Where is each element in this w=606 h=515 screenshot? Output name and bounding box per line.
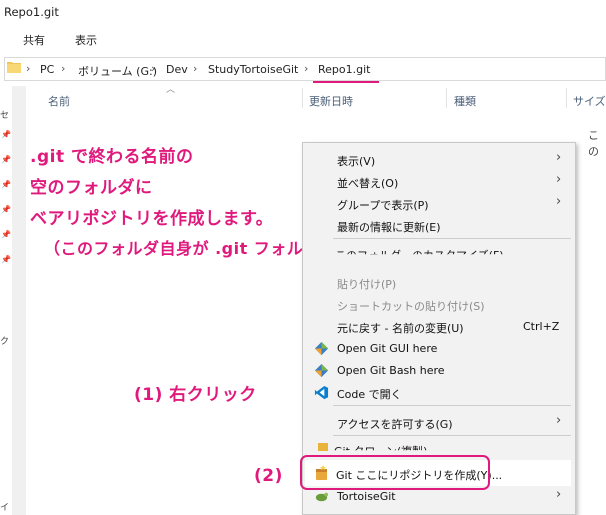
pin-icon: 📌: [1, 155, 11, 164]
menu-item-open-with-code[interactable]: Code で開く: [303, 381, 575, 403]
annotation-step-2: (2): [254, 466, 283, 486]
menu-item-view[interactable]: 表示(V) ›: [303, 148, 575, 170]
chevron-right-icon: ›: [556, 150, 562, 165]
menu-shortcut: Ctrl+Z: [523, 320, 560, 333]
chevron-right-icon: ›: [61, 62, 66, 75]
breadcrumb-highlight-underline: [313, 81, 379, 83]
pin-icon: 📌: [1, 255, 11, 264]
breadcrumb-pc[interactable]: PC: [40, 63, 54, 76]
column-divider[interactable]: [446, 88, 447, 108]
menu-item-paste-shortcut[interactable]: ショートカットの貼り付け(S): [303, 293, 575, 315]
sidebar-item-label: ク: [0, 337, 10, 347]
annotation-line-1: .git で終わる名前の: [30, 147, 194, 167]
menu-separator: [333, 238, 571, 239]
menu-item-group-by[interactable]: グループで表示(P) ›: [303, 192, 575, 214]
annotation-line-3: ベアリポジトリを作成します。: [30, 209, 274, 229]
chevron-right-icon: ›: [26, 62, 31, 75]
git-diamond-icon: [314, 341, 329, 356]
menu-item-give-access[interactable]: アクセスを許可する(G) ›: [303, 411, 575, 433]
tortoisegit-icon: [315, 492, 329, 502]
menu-separator: [333, 405, 571, 406]
pin-icon: 📌: [1, 180, 11, 189]
column-header-size[interactable]: サイズ: [573, 93, 606, 109]
breadcrumb-study[interactable]: StudyTortoiseGit: [208, 63, 298, 76]
chevron-right-icon: ›: [193, 62, 198, 75]
chevron-right-icon: ›: [151, 62, 156, 75]
breadcrumb-volume[interactable]: ボリューム (G:): [78, 63, 157, 79]
breadcrumb-current[interactable]: Repo1.git: [318, 63, 370, 76]
sidebar-item-label: イ: [0, 503, 10, 513]
sidebar-item-label: セ: [0, 111, 10, 121]
chevron-right-icon: ›: [304, 62, 309, 75]
column-header-name[interactable]: 名前: [48, 93, 70, 109]
menu-item-undo-rename[interactable]: 元に戻す - 名前の変更(U) Ctrl+Z: [303, 315, 575, 337]
column-divider[interactable]: [302, 88, 303, 108]
annotation-line-2: 空のフォルダに: [30, 178, 153, 198]
column-header-type[interactable]: 種類: [454, 93, 476, 109]
pin-icon: 📌: [1, 230, 11, 239]
pin-icon: 📌: [1, 205, 11, 214]
chevron-right-icon: ›: [556, 194, 562, 209]
column-header-modified[interactable]: 更新日時: [309, 93, 353, 109]
sidebar-scrollbar[interactable]: [12, 86, 26, 515]
annotation-highlight-box: [300, 455, 490, 490]
menu-item-sort[interactable]: 並べ替え(O) ›: [303, 170, 575, 192]
chevron-right-icon: ›: [556, 172, 562, 187]
ribbon-tab-view[interactable]: 表示: [75, 32, 97, 48]
window-title: Repo1.git: [4, 5, 59, 19]
ribbon-tab-share[interactable]: 共有: [23, 32, 45, 48]
sort-ascending-icon: ︿: [166, 85, 176, 95]
breadcrumb-dev[interactable]: Dev: [166, 63, 188, 76]
git-diamond-icon: [314, 363, 329, 378]
vscode-icon: [314, 385, 329, 400]
menu-item-open-git-gui[interactable]: Open Git GUI here: [303, 337, 575, 359]
column-divider[interactable]: [566, 88, 567, 108]
menu-item-paste[interactable]: 貼り付け(P): [303, 271, 575, 293]
empty-folder-message: この: [588, 129, 599, 158]
folder-icon: [7, 62, 21, 73]
annotation-step-1: (1) 右クリック: [134, 385, 257, 405]
menu-item-refresh[interactable]: 最新の情報に更新(E): [303, 214, 575, 236]
menu-separator: [333, 435, 571, 436]
pin-icon: 📌: [1, 130, 11, 139]
chevron-right-icon: ›: [556, 413, 562, 428]
git-clone-icon: [318, 443, 328, 451]
menu-item-open-git-bash[interactable]: Open Git Bash here: [303, 359, 575, 381]
chevron-right-icon: ›: [556, 487, 562, 502]
